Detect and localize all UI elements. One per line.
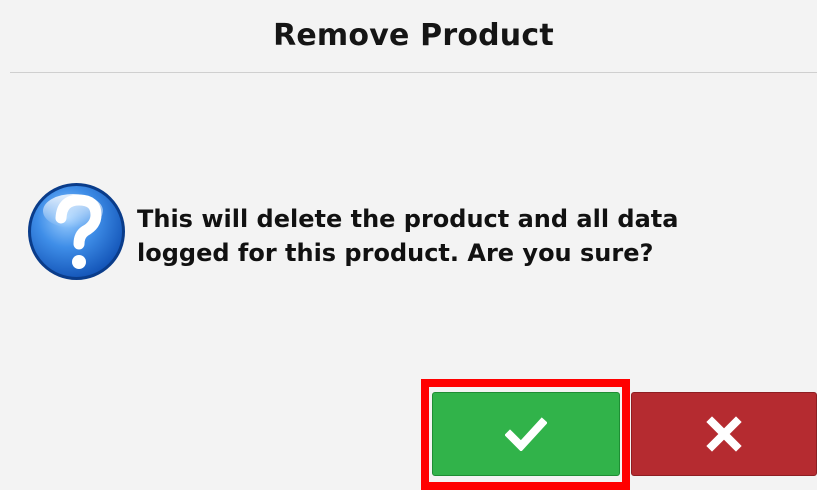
- title-bar: Remove Product: [10, 0, 817, 73]
- dialog-title: Remove Product: [273, 18, 554, 53]
- confirm-button[interactable]: [432, 392, 620, 476]
- message-line-1: This will delete the product and all dat…: [137, 205, 679, 233]
- remove-product-dialog: Remove Product This will delete the prod…: [0, 0, 817, 490]
- confirmation-message: This will delete the product and all dat…: [137, 202, 777, 270]
- close-icon: [705, 415, 743, 453]
- cancel-button[interactable]: [631, 392, 817, 476]
- checkmark-icon: [505, 417, 547, 451]
- question-icon: [25, 180, 128, 283]
- message-line-2: logged for this product. Are you sure?: [137, 239, 654, 267]
- message-area: This will delete the product and all dat…: [20, 178, 800, 288]
